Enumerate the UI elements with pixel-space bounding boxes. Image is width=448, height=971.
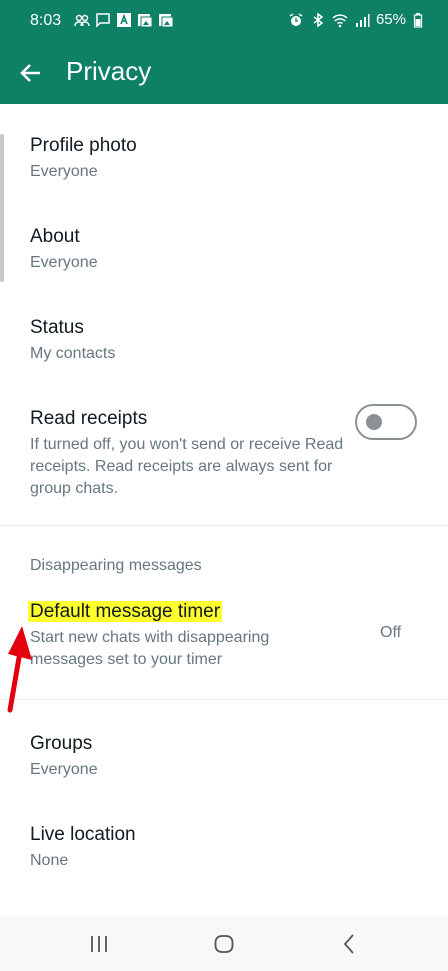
- setting-groups[interactable]: Groups Everyone: [30, 732, 98, 781]
- alarm-icon: [288, 12, 304, 28]
- setting-title: Profile photo: [30, 135, 137, 156]
- image-icon: [158, 12, 174, 28]
- chat-icon: [95, 12, 111, 28]
- setting-value: Everyone: [30, 761, 98, 778]
- setting-value: None: [30, 852, 69, 869]
- status-bar: 8:03 65%: [0, 0, 448, 42]
- scrollbar: [0, 134, 4, 282]
- privacy-settings-list[interactable]: Profile photo Everyone About Everyone St…: [0, 104, 448, 916]
- annotation-arrow-icon: [7, 626, 32, 713]
- page-title: Privacy: [66, 56, 152, 86]
- home-icon[interactable]: [212, 932, 236, 956]
- section-header-disappearing: Disappearing messages: [30, 557, 202, 574]
- setting-value: Everyone: [30, 254, 98, 271]
- divider: [0, 525, 448, 526]
- setting-title: Read receipts: [30, 408, 148, 429]
- status-time: 8:03: [30, 12, 62, 29]
- signal-icon: [354, 12, 370, 28]
- setting-value: Everyone: [30, 163, 98, 180]
- bluetooth-icon: [310, 12, 326, 28]
- status-left-icons: [74, 12, 174, 28]
- setting-description: If turned off, you won't send or receive…: [30, 436, 344, 497]
- battery-percent: 65%: [375, 11, 406, 28]
- setting-value: My contacts: [30, 345, 116, 362]
- toggle-knob: [366, 414, 382, 430]
- wifi-icon: [332, 12, 348, 28]
- setting-description: Start new chats with disappearing messag…: [30, 629, 270, 668]
- a-icon: [116, 12, 132, 28]
- image-icon: [137, 12, 153, 28]
- setting-title: Default message timer: [28, 601, 223, 622]
- read-receipts-toggle[interactable]: [355, 404, 417, 440]
- setting-title: Status: [30, 317, 84, 338]
- back-nav-icon[interactable]: [338, 932, 362, 956]
- setting-title: About: [30, 226, 80, 247]
- back-button[interactable]: [14, 56, 48, 90]
- setting-default-message-timer[interactable]: Default message timer Start new chats wi…: [28, 600, 330, 671]
- setting-title: Live location: [30, 824, 136, 845]
- recent-apps-icon[interactable]: [87, 932, 111, 956]
- battery-icon: [412, 12, 428, 28]
- people-icon: [74, 12, 90, 28]
- system-nav-bar: [0, 916, 448, 971]
- setting-about[interactable]: About Everyone: [30, 225, 98, 274]
- app-bar: Privacy: [0, 42, 448, 104]
- setting-live-location[interactable]: Live location None: [30, 823, 136, 872]
- setting-status[interactable]: Status My contacts: [30, 316, 115, 365]
- setting-title: Groups: [30, 733, 93, 754]
- setting-profile-photo[interactable]: Profile photo Everyone: [30, 134, 137, 183]
- setting-read-receipts[interactable]: Read receipts If turned off, you won't s…: [30, 407, 350, 500]
- arrow-left-icon: [20, 64, 40, 82]
- divider: [0, 699, 448, 700]
- timer-value: Off: [380, 624, 402, 641]
- status-right-icons: 65%: [288, 11, 428, 28]
